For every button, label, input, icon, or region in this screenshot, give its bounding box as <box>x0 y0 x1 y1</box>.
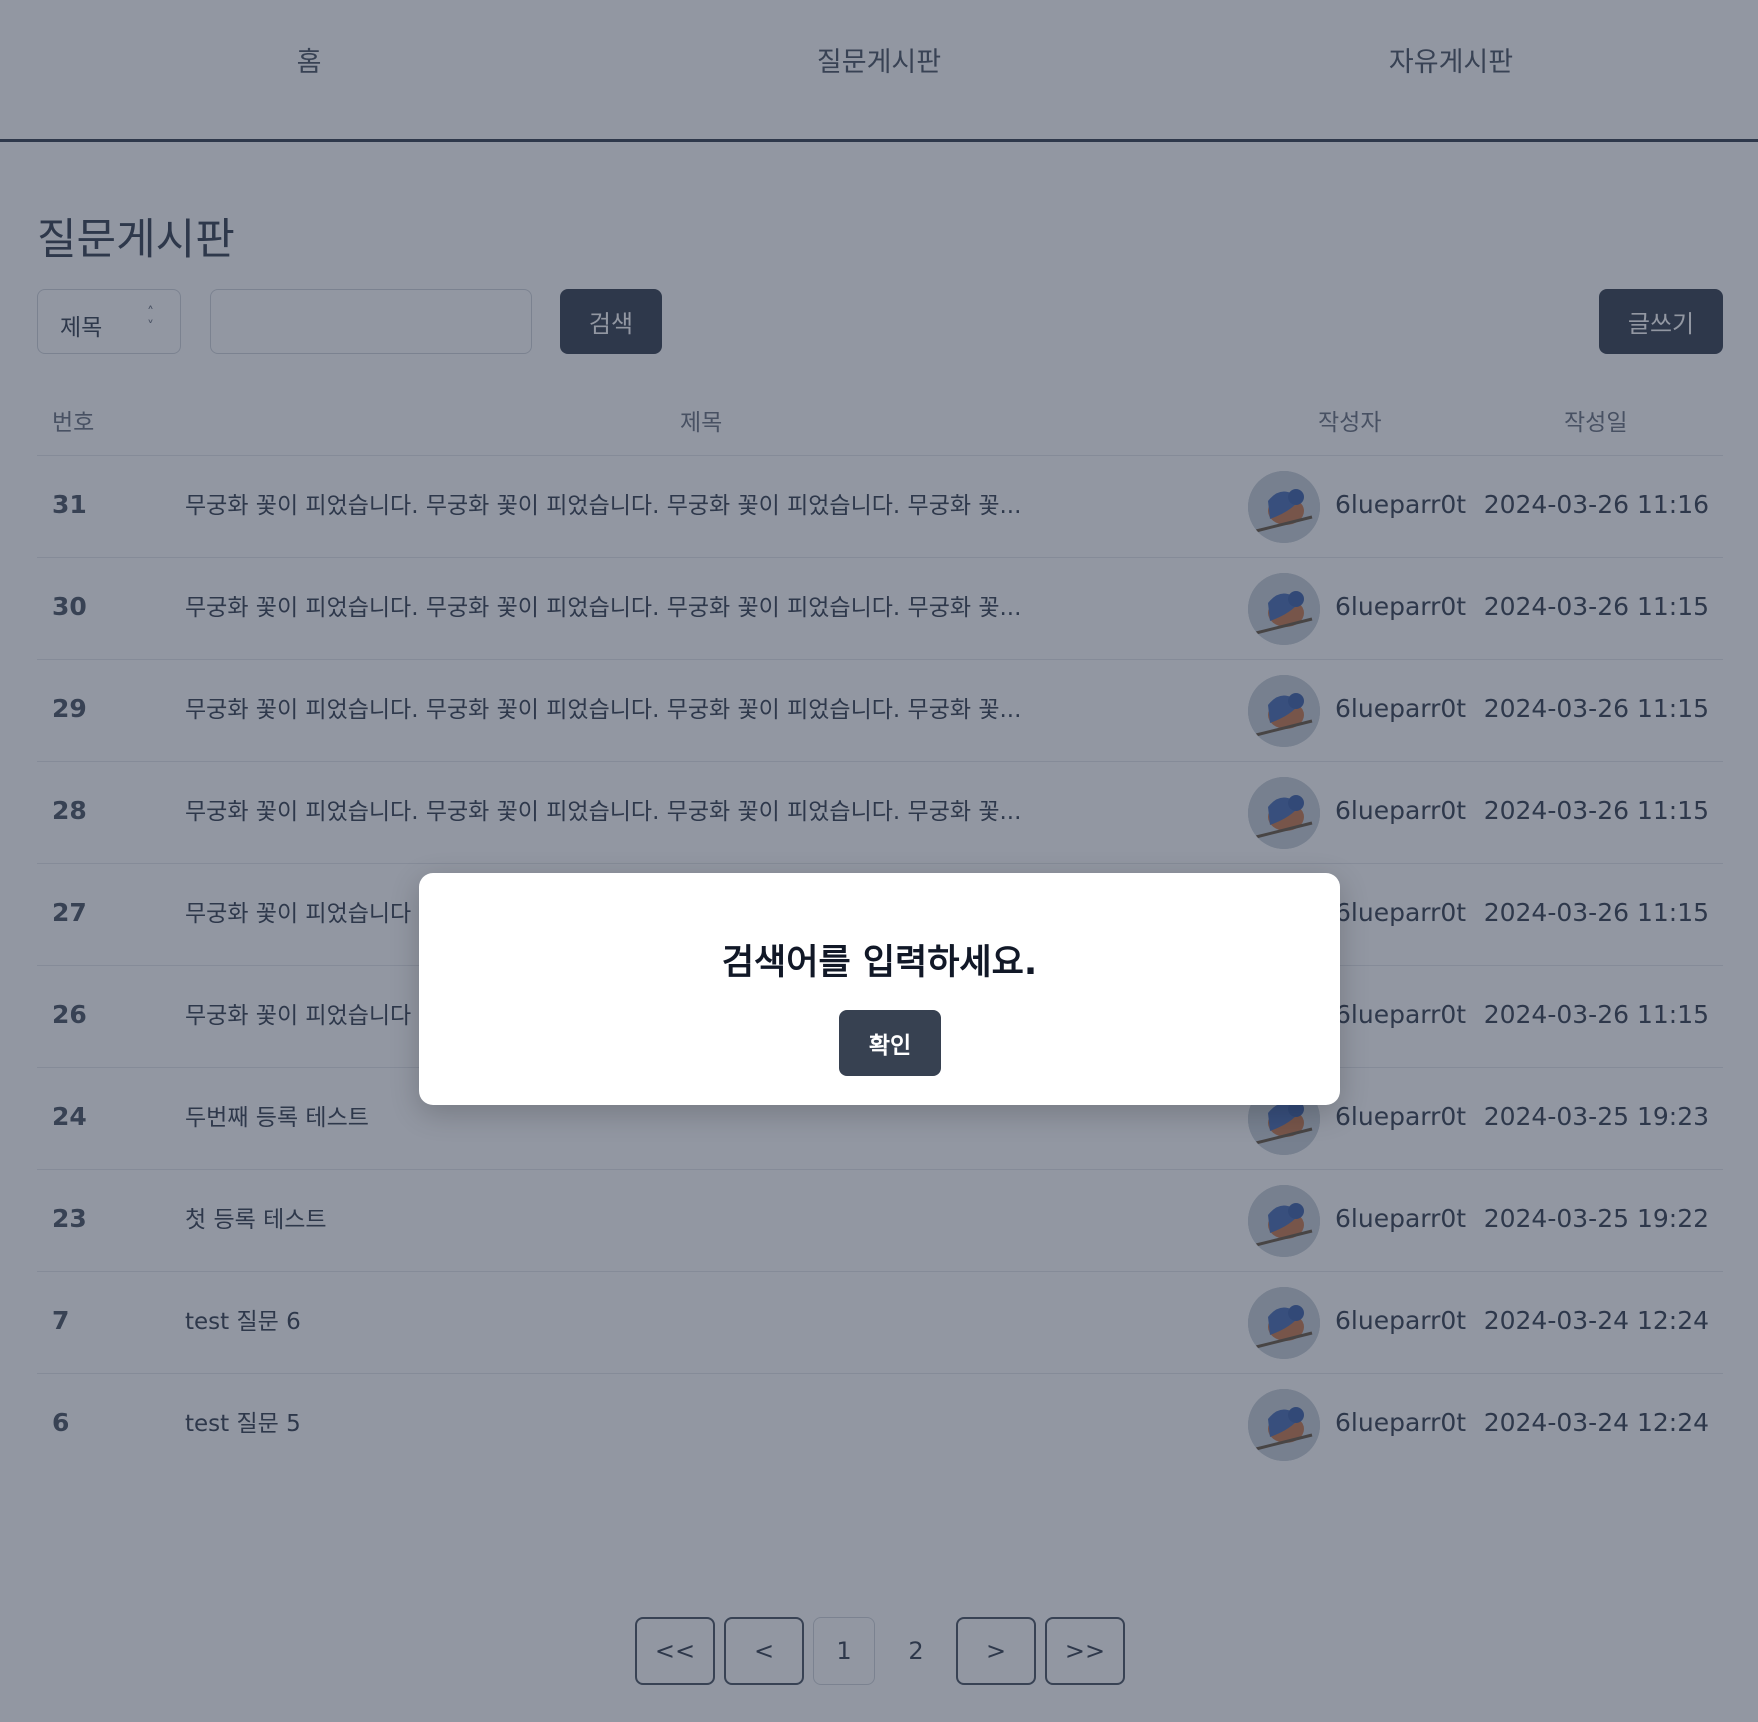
alert-dialog: 검색어를 입력하세요. 확인 <box>419 873 1340 1105</box>
modal-backdrop[interactable] <box>0 0 1758 1722</box>
confirm-button[interactable]: 확인 <box>839 1010 941 1076</box>
alert-message: 검색어를 입력하세요. <box>721 943 1038 983</box>
